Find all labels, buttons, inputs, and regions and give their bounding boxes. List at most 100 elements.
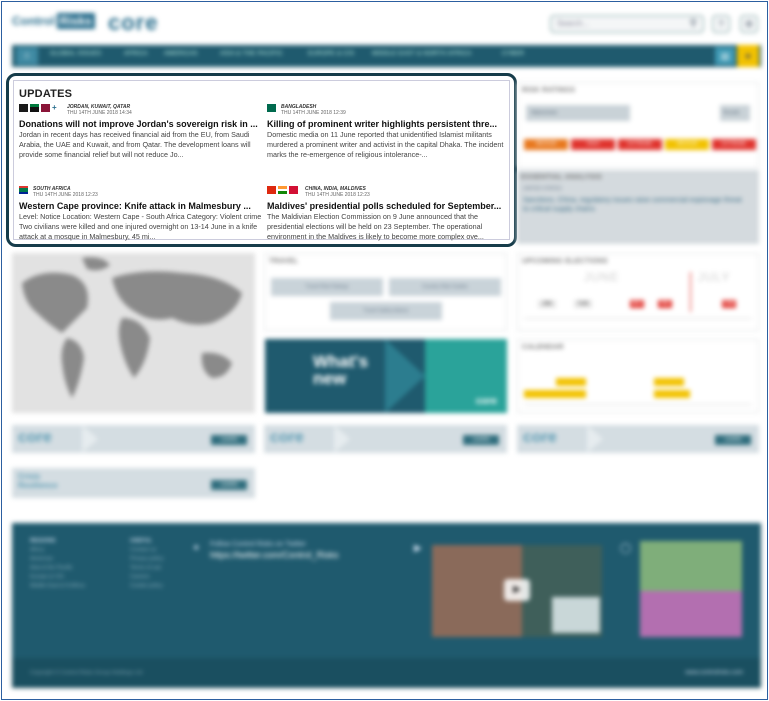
election-marker[interactable]: MEX xyxy=(630,300,644,308)
flag-icon xyxy=(278,186,287,194)
update-title[interactable]: Donations will not improve Jordan's sove… xyxy=(19,119,263,129)
update-title[interactable]: Western Cape province: Knife attack in M… xyxy=(19,201,263,211)
footer-link[interactable]: Contact us xyxy=(130,547,156,553)
update-meta: + JORDAN, KUWAIT, QATAR THU 14TH JUNE 20… xyxy=(19,104,263,116)
core-banner[interactable]: core LEARN xyxy=(517,425,759,453)
update-body: Domestic media on 11 June reported that … xyxy=(267,130,504,159)
brand-logo[interactable]: Control Risks xyxy=(12,13,95,29)
flag-icon xyxy=(267,104,276,112)
rating-box: EXTREME xyxy=(618,139,662,150)
risk-ratings-title: RISK RATINGS xyxy=(522,87,576,94)
footer-link[interactable]: Middle East & N Africa xyxy=(30,583,85,589)
home-icon[interactable]: ⌂ xyxy=(16,47,38,65)
crisis-title: Crisis Resilience xyxy=(18,472,58,490)
election-marker[interactable]: CAM xyxy=(722,300,736,308)
update-body: Jordan in recent days has received finan… xyxy=(19,130,251,159)
nav-item-africa[interactable]: AFRICA xyxy=(124,51,148,57)
gear-icon[interactable]: ⚙ xyxy=(740,15,758,33)
youtube-icon[interactable]: ▶ xyxy=(414,543,422,554)
footer-link[interactable]: Terms of use xyxy=(130,565,161,571)
play-icon[interactable]: ▶ xyxy=(504,579,530,601)
video-thumbnail[interactable]: ▶ xyxy=(432,545,602,637)
brand-left-box: Risks xyxy=(56,13,95,29)
update-item[interactable]: SOUTH AFRICA THU 14TH JUNE 2018 12:23 We… xyxy=(19,186,263,253)
nav-item-mena[interactable]: MIDDLE EAST & NORTH AFRICA xyxy=(372,51,472,57)
twitter-url[interactable]: https://twitter.com/Control_Risks xyxy=(210,550,339,560)
whats-new-banner[interactable]: What's new core xyxy=(265,339,507,413)
footer-link[interactable]: Europe & CIS xyxy=(30,574,64,580)
update-date: THU 14TH JUNE 2018 12:23 xyxy=(33,192,98,198)
search-icon[interactable]: ⚲ xyxy=(690,18,697,29)
election-marker[interactable]: PAK xyxy=(658,300,672,308)
travel-button[interactable]: Country Risk Guides xyxy=(389,278,501,296)
footer-link[interactable]: Careers xyxy=(130,574,150,580)
calendar-event[interactable] xyxy=(524,390,586,398)
core-banner[interactable]: core LEARN xyxy=(264,425,507,453)
calendar-event[interactable] xyxy=(556,378,586,386)
election-marker[interactable]: TUR xyxy=(574,300,592,308)
learn-button[interactable]: LEARN xyxy=(715,435,751,445)
footer-link[interactable]: Africa xyxy=(30,547,44,553)
calendar-event[interactable] xyxy=(654,390,690,398)
world-map[interactable] xyxy=(12,253,255,413)
update-body: The Maldivian Election Commission on 9 J… xyxy=(267,212,484,241)
footer-link[interactable]: Americas xyxy=(30,556,53,562)
crisis-resilience-banner[interactable]: Crisis Resilience LEARN xyxy=(12,468,255,498)
update-item[interactable]: + JORDAN, KUWAIT, QATAR THU 14TH JUNE 20… xyxy=(19,104,263,171)
essential-analysis-card[interactable]: ESSENTIAL ANALYSIS UNITED STATES Sanctio… xyxy=(517,170,759,244)
plus-icon[interactable]: + xyxy=(52,103,57,112)
app-frame: Control Risks core Search... ⚲ ? ⚙ ⌂ GLOB… xyxy=(1,1,768,700)
risk-ratings-card: RISK RATINGS Afghanistan Results MEDIUM … xyxy=(517,82,759,168)
brand-left: Control xyxy=(12,14,55,28)
core-banner[interactable]: core LEARN xyxy=(12,425,255,453)
question-icon[interactable]: ? xyxy=(712,15,730,33)
instagram-icon[interactable]: ◯ xyxy=(620,543,631,554)
rating-box: EXTREME xyxy=(712,139,756,150)
footer-link[interactable]: Cookie policy xyxy=(130,583,163,589)
copyright: Copyright © Control Risks Group Holdings… xyxy=(30,670,143,676)
update-title[interactable]: Killing of prominent writer highlights p… xyxy=(267,119,511,129)
travel-card: TRAVEL Travel Risk Ratings Country Risk … xyxy=(264,253,507,331)
calendar-axis xyxy=(524,404,752,405)
update-item[interactable]: BANGLADESH THU 14TH JUNE 2018 12:39 Kill… xyxy=(267,104,511,171)
search-input[interactable]: Search... ⚲ xyxy=(550,15,704,33)
header: Control Risks core Search... ⚲ ? ⚙ xyxy=(12,10,762,38)
footer-link[interactable]: Asia & the Pacific xyxy=(30,565,73,571)
nav-item-asia-pacific[interactable]: ASIA & THE PACIFIC xyxy=(220,51,283,57)
results-button[interactable]: Results xyxy=(720,105,750,121)
learn-button[interactable]: LEARN xyxy=(211,480,247,490)
footer-link[interactable]: Privacy policy xyxy=(130,556,164,562)
core-logo[interactable]: core xyxy=(108,10,158,36)
update-title[interactable]: Maldives' presidential polls scheduled f… xyxy=(267,201,511,211)
nav-item-europe-cis[interactable]: EUROPE & CIS xyxy=(308,51,354,57)
calendar-event[interactable] xyxy=(654,378,684,386)
update-meta: SOUTH AFRICA THU 14TH JUNE 2018 12:23 xyxy=(19,186,263,198)
update-item[interactable]: CHINA, INDIA, MALDIVES THU 14TH JUNE 201… xyxy=(267,186,511,253)
chevron-shape xyxy=(385,339,425,413)
star-icon[interactable]: ★ xyxy=(737,45,759,67)
travel-button[interactable]: Travel Risk Ratings xyxy=(271,278,383,296)
essential-text[interactable]: Sanctions, China, regulatory issues rais… xyxy=(523,196,743,214)
chart-icon[interactable]: ▤ xyxy=(715,47,735,65)
nav-item-americas[interactable]: AMERICAS xyxy=(164,51,198,57)
update-meta: BANGLADESH THU 14TH JUNE 2018 12:39 xyxy=(267,104,511,116)
chevron-shape xyxy=(82,425,98,453)
country-select[interactable]: Afghanistan xyxy=(526,105,630,121)
nav-item-global-issues[interactable]: GLOBAL ISSUES xyxy=(50,51,101,57)
election-marker[interactable]: ZIM xyxy=(538,300,556,308)
travel-button[interactable]: Travel Safety Advice xyxy=(330,302,442,320)
core-banner-brand: core xyxy=(18,429,52,446)
calendar-card: CALENDAR xyxy=(517,339,759,413)
nav-item-cyber[interactable]: CYBER xyxy=(502,51,524,57)
instagram-photo[interactable] xyxy=(640,541,742,637)
learn-button[interactable]: LEARN xyxy=(463,435,499,445)
month-label: JUNE xyxy=(584,270,620,284)
rating-box: HIGH xyxy=(571,139,615,150)
world-map-svg xyxy=(12,253,255,413)
twitter-icon[interactable]: ✦ xyxy=(192,543,200,554)
learn-button[interactable]: LEARN xyxy=(211,435,247,445)
footer: REGIONS Africa Americas Asia & the Pacif… xyxy=(12,523,761,688)
site-link[interactable]: www.controlrisks.com xyxy=(685,670,743,676)
timeline-axis xyxy=(524,318,752,319)
core-banner-brand: core xyxy=(523,429,557,446)
